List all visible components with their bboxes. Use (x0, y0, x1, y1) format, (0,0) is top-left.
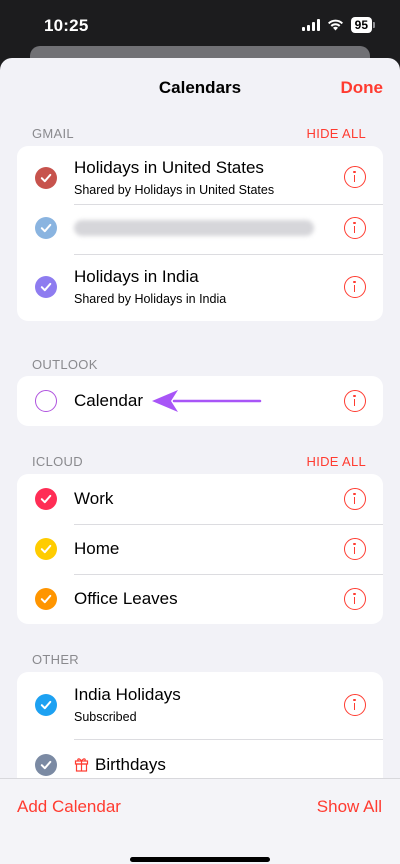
calendar-name: India Holidays (74, 685, 181, 704)
checkmark-icon (40, 494, 52, 504)
status-icons: 95 (301, 17, 376, 33)
battery-indicator: 95 (350, 17, 376, 33)
gift-icon (74, 758, 89, 772)
calendar-subtitle: Subscribed (74, 710, 137, 724)
info-icon[interactable] (344, 538, 366, 560)
section-header-outlook: OUTLOOK (32, 357, 366, 373)
calendar-row-gmail-account[interactable] (17, 204, 383, 254)
checkbox-checked[interactable] (35, 538, 57, 560)
info-icon[interactable] (344, 588, 366, 610)
section-title-icloud: ICLOUD (32, 454, 83, 469)
home-indicator (130, 857, 270, 862)
section-header-other: OTHER (32, 652, 366, 668)
status-time: 10:25 (44, 16, 89, 35)
wifi-icon (327, 19, 343, 31)
calendar-name: Calendar (74, 391, 143, 410)
section-title-other: OTHER (32, 652, 79, 667)
cellular-signal-icon (301, 19, 320, 31)
checkbox-checked[interactable] (35, 754, 57, 776)
calendar-row-india-holidays[interactable]: India Holidays Subscribed (17, 672, 383, 739)
checkmark-icon (40, 544, 52, 554)
done-button[interactable]: Done (341, 78, 384, 98)
show-all-button[interactable]: Show All (317, 797, 382, 817)
calendar-name: Birthdays (95, 755, 166, 774)
checkmark-icon (40, 223, 52, 233)
section-title-gmail: GMAIL (32, 126, 74, 141)
info-icon[interactable] (344, 390, 366, 412)
checkbox-checked[interactable] (35, 488, 57, 510)
calendar-subtitle: Shared by Holidays in United States (74, 183, 275, 197)
calendar-row-office-leaves[interactable]: Office Leaves (17, 574, 383, 624)
calendar-row-holidays-us[interactable]: Holidays in United States Shared by Holi… (17, 146, 383, 204)
checkbox-checked[interactable] (35, 694, 57, 716)
calendar-name: Work (74, 489, 114, 508)
calendar-row-holidays-india[interactable]: Holidays in India Shared by Holidays in … (17, 254, 383, 321)
calendar-subtitle: Shared by Holidays in India (74, 292, 227, 306)
checkbox-unchecked[interactable] (35, 390, 57, 412)
section-title-outlook: OUTLOOK (32, 357, 98, 372)
status-bar: 10:25 95 (0, 0, 400, 52)
checkmark-icon (40, 282, 52, 292)
calendar-name: Office Leaves (74, 589, 178, 608)
checkmark-icon (40, 760, 52, 770)
checkbox-checked[interactable] (35, 217, 57, 239)
calendar-name: Holidays in India (74, 267, 199, 286)
calendar-row-home[interactable]: Home (17, 524, 383, 574)
hide-all-icloud-button[interactable]: HIDE ALL (307, 454, 366, 469)
calendar-name: Holidays in United States (74, 158, 264, 177)
checkbox-checked[interactable] (35, 588, 57, 610)
checkmark-icon (40, 173, 52, 183)
hide-all-gmail-button[interactable]: HIDE ALL (307, 126, 366, 141)
info-icon[interactable] (344, 217, 366, 239)
add-calendar-button[interactable]: Add Calendar (17, 797, 121, 817)
annotation-arrow-icon (152, 390, 262, 412)
gmail-calendar-list: Holidays in United States Shared by Holi… (17, 146, 383, 321)
checkmark-icon (40, 594, 52, 604)
section-header-icloud: ICLOUD HIDE ALL (32, 454, 366, 470)
section-header-gmail: GMAIL HIDE ALL (32, 126, 366, 142)
redacted-email (74, 220, 314, 236)
info-icon[interactable] (344, 166, 366, 188)
calendar-name: Home (74, 539, 120, 558)
info-icon[interactable] (344, 694, 366, 716)
bottom-toolbar: Add Calendar Show All (0, 778, 400, 864)
checkmark-icon (40, 700, 52, 710)
other-calendar-list: India Holidays Subscribed Birthdays (17, 672, 383, 791)
calendars-sheet: Calendars Done GMAIL HIDE ALL Holidays i… (0, 58, 400, 864)
info-icon[interactable] (344, 488, 366, 510)
calendar-row-work[interactable]: Work (17, 474, 383, 524)
info-icon[interactable] (344, 276, 366, 298)
checkbox-checked[interactable] (35, 167, 57, 189)
checkbox-checked[interactable] (35, 276, 57, 298)
icloud-calendar-list: Work Home Office Leaves (17, 474, 383, 624)
